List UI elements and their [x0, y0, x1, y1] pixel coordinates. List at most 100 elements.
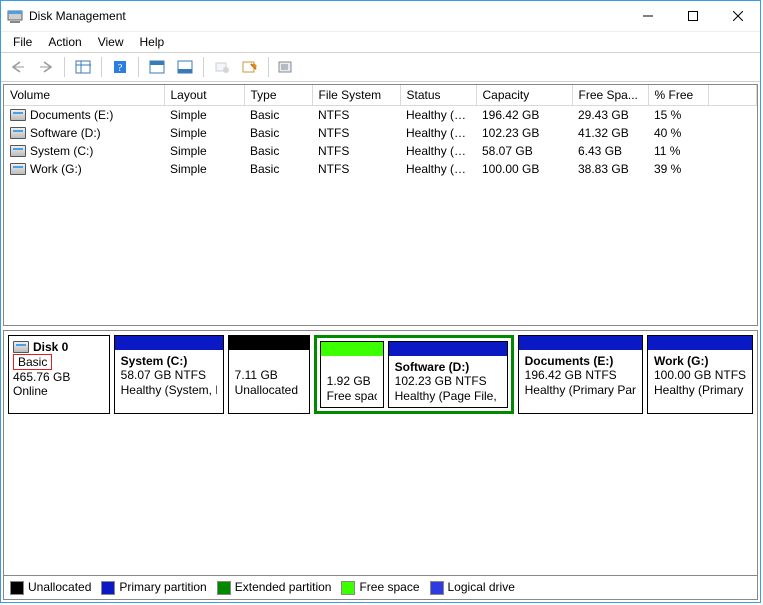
- view-bottom-button[interactable]: [172, 55, 198, 79]
- cell-capacity: 100.00 GB: [476, 160, 572, 178]
- legend-swatch-icon: [101, 581, 115, 595]
- disk-header[interactable]: Disk 0 Basic 465.76 GB Online: [8, 335, 110, 414]
- toolbar-separator: [203, 57, 204, 77]
- volume-list[interactable]: Volume Layout Type File System Status Ca…: [3, 84, 758, 326]
- table-header-row: Volume Layout Type File System Status Ca…: [4, 85, 757, 106]
- cell-volume: Software (D:): [30, 126, 101, 140]
- cell-capacity: 102.23 GB: [476, 124, 572, 142]
- legend-swatch-icon: [341, 581, 355, 595]
- svg-text:?: ?: [118, 62, 123, 74]
- action-button[interactable]: [237, 55, 263, 79]
- legend-primary: Primary partition: [101, 580, 206, 595]
- col-layout[interactable]: Layout: [164, 85, 244, 106]
- col-pct-free[interactable]: % Free: [648, 85, 708, 106]
- legend: Unallocated Primary partition Extended p…: [4, 575, 757, 599]
- col-free-space[interactable]: Free Spa...: [572, 85, 648, 106]
- volume-table: Volume Layout Type File System Status Ca…: [4, 85, 757, 178]
- table-row[interactable]: Work (G:) Simple Basic NTFS Healthy (P..…: [4, 160, 757, 178]
- cell-pct: 40 %: [648, 124, 708, 142]
- cell-layout: Simple: [164, 106, 244, 125]
- minimize-button[interactable]: [625, 1, 670, 31]
- partition-size: 7.11 GB: [235, 368, 303, 382]
- legend-swatch-icon: [10, 581, 24, 595]
- cell-type: Basic: [244, 160, 312, 178]
- nav-forward-button[interactable]: [33, 55, 59, 79]
- cell-fs: NTFS: [312, 160, 400, 178]
- titlebar: Disk Management: [1, 1, 760, 32]
- partition-strip: System (C:) 58.07 GB NTFS Healthy (Syste…: [114, 335, 753, 414]
- disk-graphical-view: Disk 0 Basic 465.76 GB Online System (C:…: [3, 330, 758, 600]
- volume-icon: [10, 127, 26, 139]
- cell-free: 29.43 GB: [572, 106, 648, 125]
- menu-view[interactable]: View: [90, 33, 132, 51]
- partition-documents-e[interactable]: Documents (E:) 196.42 GB NTFS Healthy (P…: [518, 335, 643, 414]
- table-row[interactable]: Software (D:) Simple Basic NTFS Healthy …: [4, 124, 757, 142]
- partition-free-space[interactable]: 1.92 GB Free space: [320, 341, 384, 408]
- maximize-button[interactable]: [670, 1, 715, 31]
- legend-label: Unallocated: [28, 580, 91, 594]
- cell-type: Basic: [244, 124, 312, 142]
- partition-status: Healthy (System, B: [121, 383, 217, 397]
- legend-logical: Logical drive: [430, 580, 515, 595]
- disk-icon: [13, 341, 29, 353]
- toolbar-separator: [101, 57, 102, 77]
- col-volume[interactable]: Volume: [4, 85, 164, 106]
- cell-layout: Simple: [164, 142, 244, 160]
- partition-work-g[interactable]: Work (G:) 100.00 GB NTFS Healthy (Primar…: [647, 335, 753, 414]
- nav-back-button[interactable]: [5, 55, 31, 79]
- cell-status: Healthy (P...: [400, 160, 476, 178]
- show-hide-tree-button[interactable]: [70, 55, 96, 79]
- legend-label: Logical drive: [448, 580, 515, 594]
- settings-button[interactable]: [209, 55, 235, 79]
- cell-volume: System (C:): [30, 144, 93, 158]
- disk-size: 465.76 GB: [13, 370, 105, 384]
- legend-extended: Extended partition: [217, 580, 332, 595]
- help-button[interactable]: ?: [107, 55, 133, 79]
- view-top-button[interactable]: [144, 55, 170, 79]
- partition-name: Work (G:): [654, 354, 746, 368]
- partition-color-bar: [321, 342, 383, 356]
- legend-free: Free space: [341, 580, 419, 595]
- cell-fs: NTFS: [312, 106, 400, 125]
- partition-system-c[interactable]: System (C:) 58.07 GB NTFS Healthy (Syste…: [114, 335, 224, 414]
- partition-size: 1.92 GB: [327, 374, 377, 388]
- menu-file[interactable]: File: [5, 33, 40, 51]
- legend-label: Extended partition: [235, 580, 332, 594]
- partition-name: System (C:): [121, 354, 217, 368]
- close-button[interactable]: [715, 1, 760, 31]
- cell-pct: 11 %: [648, 142, 708, 160]
- more-button[interactable]: [274, 55, 300, 79]
- menu-action[interactable]: Action: [40, 33, 89, 51]
- col-spacer: [708, 85, 757, 106]
- col-capacity[interactable]: Capacity: [476, 85, 572, 106]
- partition-software-d[interactable]: Software (D:) 102.23 GB NTFS Healthy (Pa…: [388, 341, 508, 408]
- col-status[interactable]: Status: [400, 85, 476, 106]
- cell-free: 41.32 GB: [572, 124, 648, 142]
- app-icon: [7, 8, 23, 24]
- cell-layout: Simple: [164, 124, 244, 142]
- partition-color-bar: [648, 336, 752, 350]
- cell-pct: 15 %: [648, 106, 708, 125]
- volume-icon: [10, 145, 26, 157]
- partition-status: Healthy (Page File,: [395, 389, 501, 403]
- volume-icon: [10, 163, 26, 175]
- toolbar-separator: [268, 57, 269, 77]
- col-type[interactable]: Type: [244, 85, 312, 106]
- menu-help[interactable]: Help: [132, 33, 173, 51]
- table-row[interactable]: Documents (E:) Simple Basic NTFS Healthy…: [4, 106, 757, 125]
- partition-color-bar: [115, 336, 223, 350]
- partition-size: 100.00 GB NTFS: [654, 368, 746, 382]
- partition-size: 102.23 GB NTFS: [395, 374, 501, 388]
- legend-label: Free space: [359, 580, 419, 594]
- cell-volume: Documents (E:): [30, 108, 113, 122]
- partition-color-bar: [229, 336, 309, 350]
- col-filesystem[interactable]: File System: [312, 85, 400, 106]
- toolbar-separator: [64, 57, 65, 77]
- partition-unallocated[interactable]: 7.11 GB Unallocated: [228, 335, 310, 414]
- cell-type: Basic: [244, 142, 312, 160]
- legend-swatch-icon: [430, 581, 444, 595]
- table-row[interactable]: System (C:) Simple Basic NTFS Healthy (S…: [4, 142, 757, 160]
- toolbar: ?: [1, 52, 760, 82]
- disk-name: Disk 0: [33, 340, 68, 354]
- partition-status: Healthy (Primary Pa: [654, 383, 746, 397]
